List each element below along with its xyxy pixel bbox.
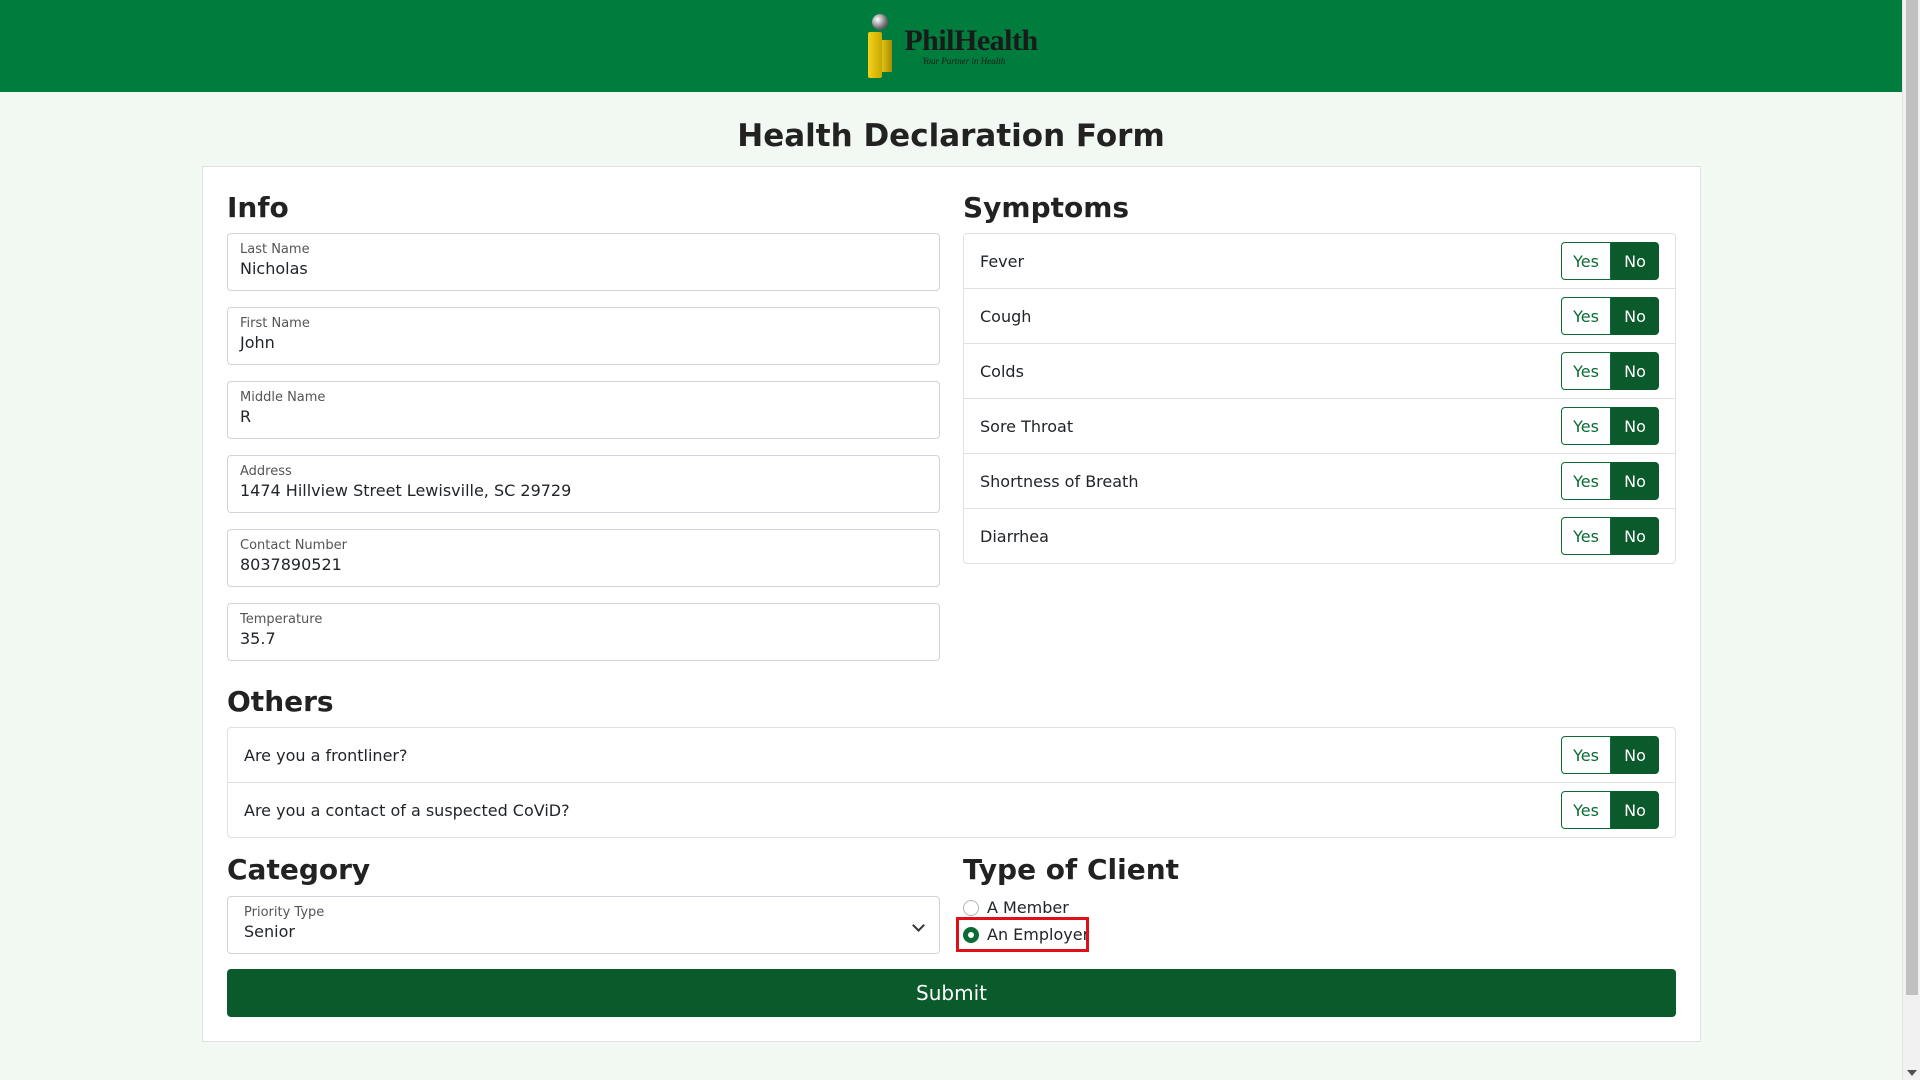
- contact-number-label: Contact Number: [240, 538, 347, 553]
- page-title: Health Declaration Form: [737, 118, 1165, 154]
- colds-toggle: Yes No: [1561, 352, 1659, 390]
- first-name-field[interactable]: First Name John: [227, 307, 940, 365]
- symptom-row-shortness-of-breath: Shortness of Breath Yes No: [964, 454, 1675, 509]
- last-name-value: Nicholas: [240, 259, 308, 278]
- cough-toggle: Yes No: [1561, 297, 1659, 335]
- fever-yes-button[interactable]: Yes: [1561, 242, 1611, 280]
- address-label: Address: [240, 464, 292, 479]
- scrollbar-thumb[interactable]: [1906, 0, 1918, 995]
- sore-throat-toggle: Yes No: [1561, 407, 1659, 445]
- app-header: PhilHealth Your Partner in Health: [0, 0, 1902, 92]
- symptom-row-fever: Fever Yes No: [964, 234, 1675, 289]
- symptom-label: Shortness of Breath: [980, 471, 1139, 491]
- symptom-row-colds: Colds Yes No: [964, 344, 1675, 399]
- info-section-title: Info: [227, 191, 289, 224]
- others-question-label: Are you a frontliner?: [244, 745, 408, 765]
- others-row-covid-contact: Are you a contact of a suspected CoViD? …: [228, 783, 1675, 838]
- contact-number-field[interactable]: Contact Number 8037890521: [227, 529, 940, 587]
- covid-contact-no-button[interactable]: No: [1611, 791, 1659, 829]
- others-section-title: Others: [227, 685, 334, 718]
- diarrhea-no-button[interactable]: No: [1611, 517, 1659, 555]
- symptom-label: Colds: [980, 361, 1024, 381]
- category-section-title: Category: [227, 853, 371, 886]
- symptom-label: Fever: [980, 251, 1025, 271]
- symptoms-list: Fever Yes No Cough Yes No Colds Yes No S…: [963, 233, 1676, 564]
- temperature-label: Temperature: [240, 612, 323, 627]
- frontliner-toggle: Yes No: [1561, 736, 1659, 774]
- shortness-of-breath-yes-button[interactable]: Yes: [1561, 462, 1611, 500]
- selection-highlight-box: [956, 917, 1089, 952]
- radio-a-member[interactable]: A Member: [963, 898, 1069, 917]
- frontliner-no-button[interactable]: No: [1611, 736, 1659, 774]
- radio-a-member-label: A Member: [987, 898, 1069, 917]
- symptom-label: Sore Throat: [980, 416, 1074, 436]
- symptom-row-sore-throat: Sore Throat Yes No: [964, 399, 1675, 454]
- vertical-scrollbar[interactable]: [1902, 0, 1920, 1080]
- fever-no-button[interactable]: No: [1611, 242, 1659, 280]
- logo-tagline: Your Partner in Health: [922, 56, 1006, 66]
- colds-yes-button[interactable]: Yes: [1561, 352, 1611, 390]
- diarrhea-yes-button[interactable]: Yes: [1561, 517, 1611, 555]
- last-name-field[interactable]: Last Name Nicholas: [227, 233, 940, 291]
- priority-type-select[interactable]: Priority Type Senior: [227, 896, 940, 954]
- symptom-row-cough: Cough Yes No: [964, 289, 1675, 344]
- cough-yes-button[interactable]: Yes: [1561, 297, 1611, 335]
- submit-button[interactable]: Submit: [227, 969, 1676, 1017]
- others-list: Are you a frontliner? Yes No Are you a c…: [227, 727, 1676, 838]
- shortness-of-breath-toggle: Yes No: [1561, 462, 1659, 500]
- fever-toggle: Yes No: [1561, 242, 1659, 280]
- cough-no-button[interactable]: No: [1611, 297, 1659, 335]
- address-value: 1474 Hillview Street Lewisville, SC 2972…: [240, 481, 572, 500]
- middle-name-field[interactable]: Middle Name R: [227, 381, 940, 439]
- diarrhea-toggle: Yes No: [1561, 517, 1659, 555]
- symptoms-section-title: Symptoms: [963, 191, 1130, 224]
- philhealth-logo: PhilHealth Your Partner in Health: [864, 11, 1038, 81]
- address-field[interactable]: Address 1474 Hillview Street Lewisville,…: [227, 455, 940, 513]
- form-card: Info Last Name Nicholas First Name John …: [202, 166, 1701, 1042]
- others-question-label: Are you a contact of a suspected CoViD?: [244, 801, 570, 820]
- colds-no-button[interactable]: No: [1611, 352, 1659, 390]
- contact-number-value: 8037890521: [240, 555, 342, 574]
- last-name-label: Last Name: [240, 242, 310, 257]
- middle-name-value: R: [240, 407, 252, 426]
- sore-throat-no-button[interactable]: No: [1611, 407, 1659, 445]
- radio-unchecked-icon[interactable]: [963, 899, 979, 916]
- shortness-of-breath-no-button[interactable]: No: [1611, 462, 1659, 500]
- first-name-value: John: [240, 333, 275, 352]
- first-name-label: First Name: [240, 316, 310, 331]
- logo-mark-icon: [864, 12, 900, 80]
- client-type-section-title: Type of Client: [963, 853, 1180, 886]
- temperature-value: 35.7: [240, 629, 276, 648]
- priority-type-label: Priority Type: [244, 905, 325, 920]
- logo-name: PhilHealth: [904, 24, 1038, 57]
- frontliner-yes-button[interactable]: Yes: [1561, 736, 1611, 774]
- temperature-field[interactable]: Temperature 35.7: [227, 603, 940, 661]
- covid-contact-toggle: Yes No: [1561, 791, 1659, 829]
- symptom-row-diarrhea: Diarrhea Yes No: [964, 509, 1675, 564]
- priority-type-value: Senior: [244, 922, 295, 941]
- symptom-label: Cough: [980, 306, 1032, 326]
- sore-throat-yes-button[interactable]: Yes: [1561, 407, 1611, 445]
- others-row-frontliner: Are you a frontliner? Yes No: [228, 728, 1675, 783]
- middle-name-label: Middle Name: [240, 390, 326, 405]
- covid-contact-yes-button[interactable]: Yes: [1561, 791, 1611, 829]
- symptom-label: Diarrhea: [980, 527, 1049, 546]
- scroll-down-arrow-icon[interactable]: [1907, 1070, 1917, 1076]
